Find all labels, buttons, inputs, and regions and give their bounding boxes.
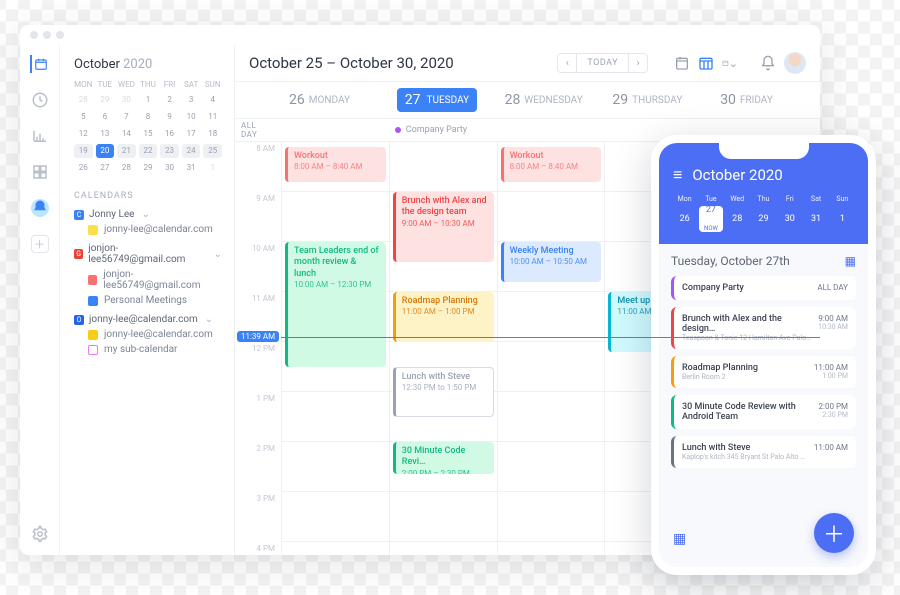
traffic-light-max[interactable]: [56, 31, 64, 39]
day-header[interactable]: 28WEDNESDAY: [497, 82, 605, 118]
calendar-event[interactable]: Lunch with Steve12:30 PM to 1:50 PM: [393, 367, 494, 417]
hour-gutter: 8 AM9 AM10 AM11 AM12 PM1 PM2 PM3 PM4 PM: [235, 142, 281, 555]
sidebar-year: 2020: [123, 57, 152, 72]
calendar-accounts-list: CJonny Lee jonny-lee@calendar.com Gjonjon-…: [74, 201, 222, 355]
settings-icon[interactable]: [31, 525, 49, 543]
mini-weekday-row: MONTUEWEDTHUFRISATSUN: [74, 80, 222, 89]
dot-icon: [395, 127, 401, 133]
phone-date[interactable]: 31: [804, 206, 827, 232]
chart-icon[interactable]: [31, 127, 49, 145]
hamburger-icon[interactable]: ≡: [673, 165, 682, 185]
today-button[interactable]: TODAY: [577, 53, 628, 73]
phone-weekday-row: MonTueWedThuFriSatSun: [673, 195, 854, 203]
calendar-event[interactable]: Workout8:00 AM – 8:40 AM: [285, 147, 386, 182]
calendar-event[interactable]: Team Leaders end of month review & lunch…: [285, 242, 386, 367]
phone-agenda-item[interactable]: Company PartyALL DAY: [671, 276, 856, 300]
account-header[interactable]: Ojonny-lee@calendar.com: [74, 314, 222, 325]
calendar-icon[interactable]: [30, 55, 48, 73]
phone-date-row[interactable]: 2627NOW282930311: [673, 206, 854, 232]
traffic-light-close[interactable]: [30, 31, 38, 39]
phone-calendar-icon[interactable]: ▦: [673, 531, 686, 547]
calendar-item[interactable]: jonjon-lee56749@gmail.com: [88, 269, 222, 291]
phone-month-title: October 2020: [692, 166, 782, 184]
date-range: October 25 – October 30, 2020: [249, 54, 454, 72]
now-indicator-line: [281, 337, 820, 338]
calendar-item[interactable]: jonny-lee@calendar.com: [88, 329, 222, 340]
phone-agenda-item[interactable]: Brunch with Alex and the design…Teaspoon…: [671, 307, 856, 349]
phone-date[interactable]: 29: [752, 206, 775, 232]
notifications-icon[interactable]: [31, 199, 49, 217]
calendar-item[interactable]: Personal Meetings: [88, 295, 222, 306]
view-switch-icon[interactable]: ⌄: [722, 55, 738, 71]
bell-icon[interactable]: [760, 55, 776, 71]
mini-calendar-grid[interactable]: 2829301234567891011121314151617181920212…: [74, 93, 222, 175]
account-header[interactable]: CJonny Lee: [74, 209, 222, 220]
phone-date-label: Tuesday, October 27th ▦: [671, 254, 856, 268]
sidebar: October 2020 MONTUEWEDTHUFRISATSUN 28293…: [60, 45, 235, 555]
phone-notch: [719, 143, 809, 159]
calendar-item[interactable]: jonny-lee@calendar.com: [88, 224, 222, 235]
day-headers: 26MONDAY27TUESDAY28WEDNESDAY29THURSDAY30…: [235, 81, 820, 119]
calendar-event[interactable]: Brunch with Alex and the design team9:00…: [393, 192, 494, 262]
allday-label: ALL DAY: [235, 119, 281, 141]
day-header[interactable]: 27TUESDAY: [389, 82, 497, 118]
today-jump-icon[interactable]: [674, 55, 690, 71]
phone-date[interactable]: 27NOW: [699, 206, 722, 232]
account-header[interactable]: Gjonjon-lee56749@gmail.com: [74, 243, 222, 265]
window-titlebar: [20, 25, 820, 45]
nav-rail: ＋: [20, 45, 60, 555]
phone-date[interactable]: 30: [778, 206, 801, 232]
phone-view-icon[interactable]: ▦: [845, 254, 856, 268]
prev-button[interactable]: ‹: [557, 53, 577, 73]
sidebar-month-title: October 2020: [74, 57, 222, 72]
calendars-heading: CALENDARS: [74, 191, 222, 201]
phone-date[interactable]: 28: [726, 206, 749, 232]
phone-agenda-item[interactable]: Roadmap PlanningBerlin Room 211:00 AM1:0…: [671, 356, 856, 388]
traffic-light-min[interactable]: [43, 31, 51, 39]
date-nav: ‹ TODAY ›: [557, 53, 648, 73]
day-header[interactable]: 30FRIDAY: [712, 82, 820, 118]
add-icon[interactable]: ＋: [31, 235, 49, 253]
day-header[interactable]: 26MONDAY: [281, 82, 389, 118]
phone-agenda-item[interactable]: 30 Minute Code Review with Android Team2…: [671, 395, 856, 429]
toolbar: October 25 – October 30, 2020 ‹ TODAY › …: [235, 45, 820, 81]
view-week-icon[interactable]: [698, 55, 714, 71]
calendar-event[interactable]: Workout8:00 AM – 8:40 AM: [501, 147, 602, 182]
phone-add-button[interactable]: ＋: [814, 513, 854, 553]
phone-agenda: Tuesday, October 27th ▦ Company PartyALL…: [659, 244, 868, 567]
sidebar-month: October: [74, 57, 120, 72]
day-header[interactable]: 29THURSDAY: [604, 82, 712, 118]
now-indicator-label: 11:39 AM: [237, 331, 279, 342]
phone-mock: ≡ October 2020 MonTueWedThuFriSatSun 262…: [651, 135, 876, 575]
phone-agenda-list: Company PartyALL DAY Brunch with Alex and…: [671, 276, 856, 468]
calendar-item[interactable]: my sub-calendar: [88, 344, 222, 355]
phone-date[interactable]: 1: [831, 206, 854, 232]
clock-icon[interactable]: [31, 91, 49, 109]
calendar-event[interactable]: Roadmap Planning11:00 AM – 1:00 PM: [393, 292, 494, 342]
calendar-event[interactable]: Weekly Meeting10:00 AM – 10:50 AM: [501, 242, 602, 282]
phone-date[interactable]: 26: [673, 206, 696, 232]
grid-icon[interactable]: [31, 163, 49, 181]
allday-company-party[interactable]: Company Party: [389, 119, 497, 141]
next-button[interactable]: ›: [628, 53, 648, 73]
phone-agenda-item[interactable]: Lunch with SteveKaplop's kitch 345 Bryan…: [671, 436, 856, 468]
calendar-event[interactable]: 30 Minute Code Revi…2:00 PM – 2:30 PM: [393, 442, 494, 474]
user-avatar[interactable]: [784, 52, 806, 74]
